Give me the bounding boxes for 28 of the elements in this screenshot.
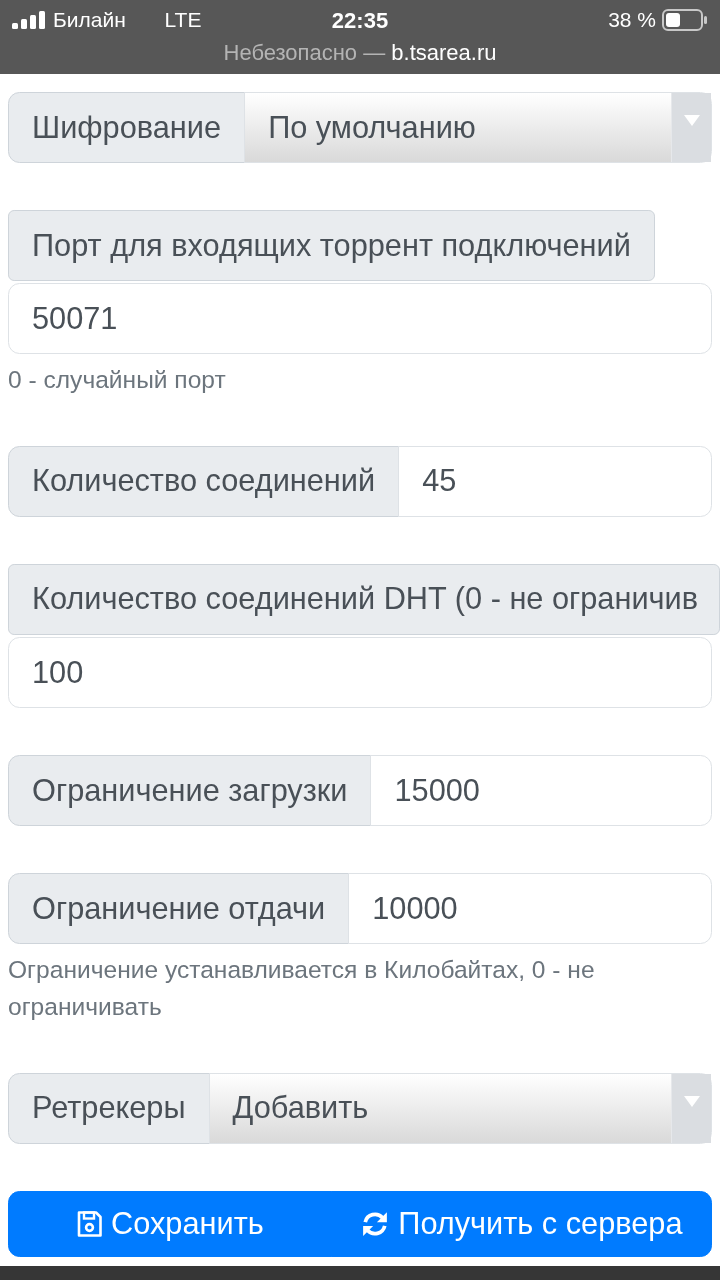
text-field[interactable]: 45 — [398, 445, 712, 517]
battery-percent: 38 % — [608, 7, 656, 34]
caret-icon — [671, 1073, 711, 1143]
text-field[interactable]: 100 — [8, 637, 712, 709]
help-text: Ограничение устанавливается в Килобайтах, 0 - не ограничивать — [8, 955, 596, 1022]
caret-icon — [671, 93, 711, 163]
field-label: Порт для входящих торрент подключений — [8, 210, 655, 282]
field-label: Количество соединений DHT (0 - не ограничив — [8, 563, 720, 636]
carrier-name: Билайн — [53, 7, 126, 34]
dropdown[interactable]: По умолчанию — [244, 92, 712, 164]
field-label: Шифрование — [8, 92, 246, 164]
signal-icon — [12, 11, 45, 29]
security-warning: Небезопасно — — [223, 40, 386, 65]
save-button[interactable]: Сохранить — [8, 1190, 332, 1258]
field-label: Количество соединений — [8, 445, 400, 517]
help-text: 0 - случайный порт — [8, 365, 227, 395]
battery-icon — [662, 9, 708, 31]
network-type: LTE — [164, 7, 202, 34]
dropdown[interactable]: Добавить — [208, 1072, 712, 1144]
refresh-button[interactable]: Получить с сервера — [330, 1190, 712, 1258]
text-field[interactable]: 15000 — [370, 755, 712, 827]
text-field[interactable]: 10000 — [348, 873, 712, 945]
field-label: Ограничение отдачи — [8, 873, 350, 945]
site-address[interactable]: b.tsarea.ru — [391, 40, 497, 65]
clock-time: 22:35 — [331, 6, 389, 35]
field-label: Ретрекеры — [8, 1072, 210, 1144]
field-label: Ограничение загрузки — [8, 755, 372, 827]
text-field[interactable]: 50071 — [8, 283, 712, 355]
